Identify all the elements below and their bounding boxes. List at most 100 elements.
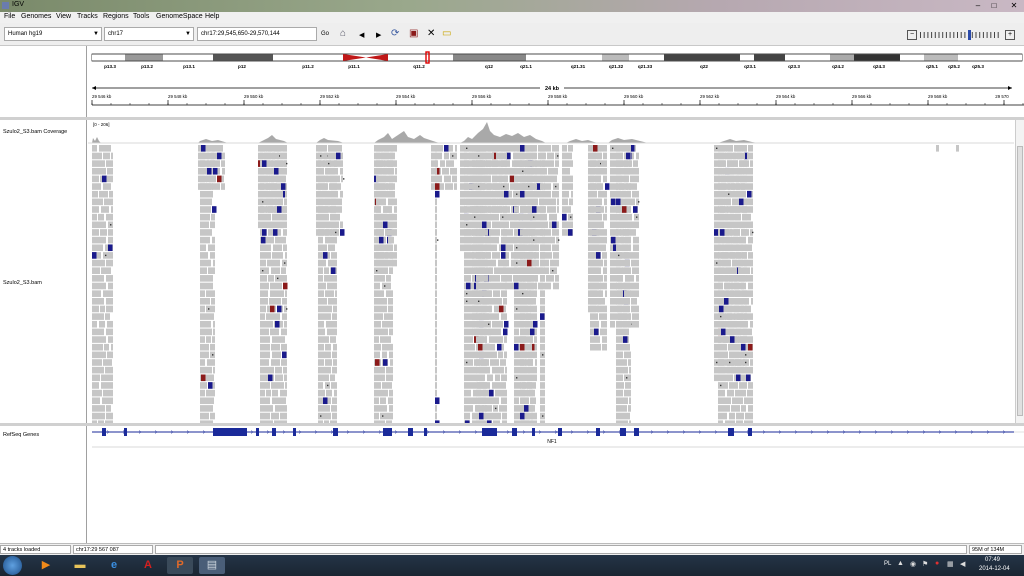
- tray-alert-icon[interactable]: ●: [935, 560, 939, 567]
- powerpoint-icon[interactable]: P: [167, 557, 193, 574]
- aligned-read: [514, 328, 519, 336]
- aligned-read: [99, 190, 108, 198]
- menu-regions[interactable]: Regions: [103, 13, 129, 20]
- aligned-read: [476, 359, 489, 366]
- clock-time[interactable]: 07:49: [985, 557, 1000, 563]
- ruler-tick-label: 29 558 kb: [548, 94, 568, 99]
- aligned-read: [604, 259, 607, 267]
- aligned-read: [260, 145, 265, 152]
- aligned-read: [464, 190, 469, 198]
- home-icon[interactable]: ⌂: [340, 29, 346, 39]
- menu-genomes[interactable]: Genomes: [21, 13, 51, 20]
- tray-app-icon[interactable]: ◉: [910, 560, 916, 568]
- aligned-read: [275, 366, 282, 374]
- menu-tools[interactable]: Tools: [133, 13, 149, 20]
- ruler-tick-label: 29 550 kb: [244, 94, 264, 99]
- aligned-read: [260, 389, 265, 397]
- aligned-read: [725, 313, 732, 320]
- zoom-tick: [931, 32, 933, 38]
- aligned-read: [748, 282, 753, 290]
- aligned-read: [390, 152, 395, 160]
- aligned-read: [213, 366, 215, 374]
- aligned-read: [332, 313, 337, 320]
- aligned-read: [744, 298, 749, 305]
- menu-help[interactable]: Help: [205, 13, 219, 20]
- popup-info-icon[interactable]: ▭: [442, 29, 451, 39]
- aligned-read: [260, 320, 273, 328]
- aligned-read: [464, 236, 472, 244]
- aligned-read: [540, 343, 545, 351]
- band-label: q24.2: [832, 64, 844, 69]
- menu-file[interactable]: File: [4, 13, 15, 20]
- aligned-read: [374, 336, 379, 343]
- locus-input[interactable]: chr17:29,545,650-29,570,144: [197, 27, 317, 41]
- acrobat-icon[interactable]: A: [135, 557, 161, 574]
- coverage-track-name[interactable]: Szulo2_S3.bam Coverage: [3, 129, 67, 135]
- scrollbar-thumb[interactable]: [1017, 146, 1023, 416]
- aligned-read: [260, 190, 270, 198]
- aligned-read: [520, 152, 525, 160]
- resize-icon[interactable]: ✕: [427, 29, 435, 39]
- ideogram-band: [125, 54, 163, 61]
- aligned-read: [382, 351, 387, 359]
- aligned-read: [603, 267, 607, 274]
- aligned-read: [260, 259, 266, 267]
- volume-icon[interactable]: ◀: [960, 560, 965, 568]
- menu-genomespace[interactable]: GenomeSpace: [156, 13, 203, 20]
- zoom-slider[interactable]: [918, 30, 1002, 40]
- genes-track-name[interactable]: RefSeq Genes: [3, 432, 39, 438]
- gene-track-view[interactable]: NF1: [88, 426, 1024, 543]
- aligned-read: [527, 152, 533, 160]
- aligned-read: [718, 351, 728, 359]
- alignment-track-name[interactable]: Szulo2_S3.bam: [3, 280, 42, 286]
- media-player-icon[interactable]: ▶: [33, 557, 59, 574]
- aligned-read: [520, 397, 529, 405]
- aligned-read: [540, 244, 545, 252]
- clock-date[interactable]: 2014-12-04: [979, 566, 1010, 572]
- minimize-icon[interactable]: –: [972, 1, 984, 10]
- mismatch-base: [562, 213, 567, 221]
- aligned-read: [482, 252, 490, 259]
- aligned-read: [745, 305, 751, 313]
- region-icon[interactable]: ▣: [409, 29, 418, 39]
- aligned-read: [616, 382, 624, 389]
- genome-select[interactable]: Human hg19 ▼: [4, 27, 102, 41]
- back-icon[interactable]: ◀: [359, 31, 364, 41]
- vertical-scrollbar[interactable]: [1015, 120, 1024, 423]
- chromosome-select[interactable]: chr17 ▼: [104, 27, 194, 41]
- folder-icon[interactable]: ▬: [67, 557, 93, 574]
- maximize-icon[interactable]: □: [988, 1, 1000, 10]
- aligned-read: [374, 282, 380, 290]
- igv-task-icon[interactable]: ▤: [199, 557, 225, 574]
- aligned-read: [520, 221, 530, 229]
- aligned-read: [444, 152, 449, 160]
- alignment-view[interactable]: [0 - 206]: [88, 120, 1014, 423]
- internet-explorer-icon[interactable]: e: [101, 557, 127, 574]
- zoom-in-icon[interactable]: +: [1005, 30, 1015, 40]
- aligned-read: [547, 152, 554, 160]
- aligned-read: [334, 389, 337, 397]
- aligned-read: [718, 190, 725, 198]
- ideogram-ruler[interactable]: p13.3 p13.2 p13.1 p12 p11.2 p11.1 q11.2 q12 q21.…: [88, 46, 1024, 117]
- menu-view[interactable]: View: [56, 13, 71, 20]
- aligned-read: [616, 267, 623, 274]
- action-center-icon[interactable]: ⚑: [922, 560, 928, 568]
- forward-icon[interactable]: ▶: [376, 31, 381, 41]
- menu-tracks[interactable]: Tracks: [77, 13, 98, 20]
- tray-arrow-icon[interactable]: ▲: [897, 560, 904, 567]
- zoom-out-icon[interactable]: −: [907, 30, 917, 40]
- go-button[interactable]: Go: [321, 31, 329, 37]
- aligned-read: [501, 290, 507, 297]
- mismatch-base: [623, 336, 628, 343]
- aligned-read: [616, 374, 623, 382]
- aligned-read: [330, 183, 337, 190]
- mismatch-base: [736, 374, 741, 382]
- aligned-read: [285, 190, 287, 198]
- chevron-down-icon: ▼: [93, 31, 99, 37]
- close-icon[interactable]: ✕: [1006, 1, 1022, 10]
- start-button[interactable]: [3, 556, 22, 575]
- refresh-icon[interactable]: ⟳: [391, 29, 399, 39]
- aligned-read: [260, 267, 269, 274]
- language-indicator[interactable]: PL: [884, 561, 891, 567]
- network-icon[interactable]: ▦: [947, 560, 954, 568]
